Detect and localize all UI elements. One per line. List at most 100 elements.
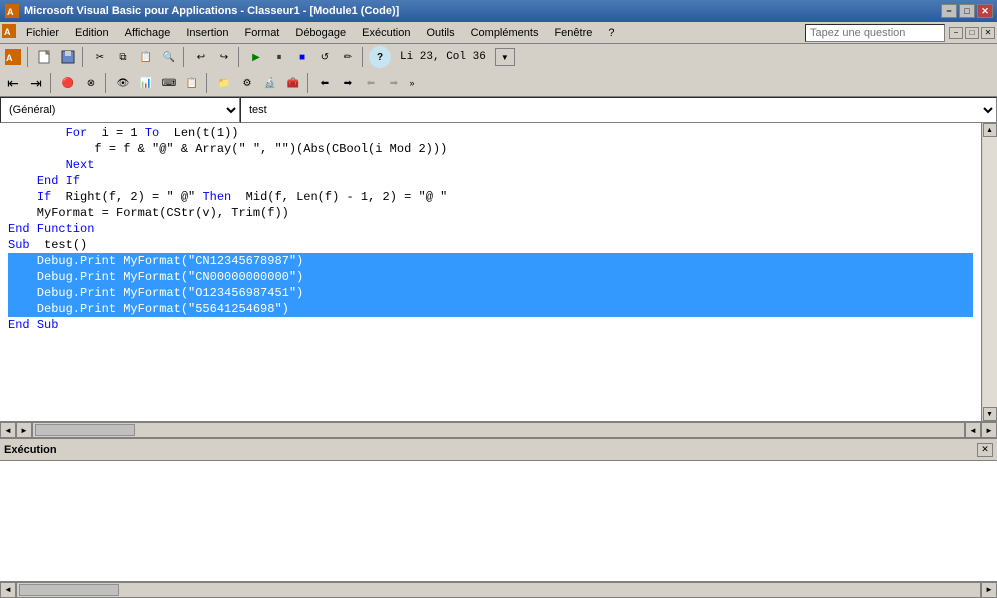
svg-text:A: A	[4, 27, 11, 37]
tb-run[interactable]: ▶	[245, 46, 267, 68]
menu-format[interactable]: Format	[237, 23, 288, 43]
app-icon: A	[4, 3, 20, 19]
execution-title: Exécution	[4, 444, 57, 456]
tb-design[interactable]: ✏	[337, 46, 359, 68]
code-line: Debug.Print MyFormat("CN12345678987")	[8, 253, 973, 269]
editor-wrapper: (Général) test For i = 1 To Len(t(1)) f …	[0, 97, 997, 437]
menu-outils[interactable]: Outils	[418, 23, 462, 43]
menu-fichier[interactable]: Fichier	[18, 23, 67, 43]
tb2-watch[interactable]: 👁	[112, 72, 134, 94]
tb-scroll-dropdown[interactable]: ▼	[495, 48, 515, 66]
tb2-callstack[interactable]: 📋	[181, 72, 203, 94]
tb2-toolbox[interactable]: 🧰	[282, 72, 304, 94]
tb-help[interactable]: ?	[369, 46, 391, 68]
inner-minimize[interactable]: −	[949, 27, 963, 39]
restore-button[interactable]: □	[959, 4, 975, 18]
h-scroll-area[interactable]	[32, 422, 965, 438]
code-line: If Right(f, 2) = " @" Then Mid(f, Len(f)…	[8, 189, 973, 205]
tb-sep3	[183, 47, 187, 67]
tb-undo[interactable]: ↩	[190, 46, 212, 68]
bottom-scroll-left-btn[interactable]: ◄	[0, 582, 16, 598]
tb-save[interactable]	[57, 46, 79, 68]
menu-execution[interactable]: Exécution	[354, 23, 418, 43]
menu-affichage[interactable]: Affichage	[117, 23, 179, 43]
scroll-down-btn[interactable]: ▼	[983, 407, 997, 421]
tb-redo[interactable]: ↪	[213, 46, 235, 68]
inner-restore[interactable]: □	[965, 27, 979, 39]
cursor-position: Li 23, Col 36	[392, 51, 494, 63]
window-title: Microsoft Visual Basic pour Applications…	[24, 5, 941, 17]
tb2-obj-browser[interactable]: 🔬	[259, 72, 281, 94]
tb2-expand[interactable]: »	[406, 72, 418, 94]
tb2-sep4	[307, 73, 311, 93]
code-line: Sub test()	[8, 237, 973, 253]
menu-aide[interactable]: ?	[600, 23, 622, 43]
code-line: f = f & "@" & Array(" ", "")(Abs(CBool(i…	[8, 141, 973, 157]
tb-sep2	[82, 47, 86, 67]
bottom-h-scroll[interactable]	[16, 582, 981, 598]
editor-bottom-bar: ◄ ► ◄ ►	[0, 421, 997, 437]
h-scroll-thumb	[35, 424, 135, 436]
tb-sep4	[238, 47, 242, 67]
code-line: End Function	[8, 221, 973, 237]
menu-insertion[interactable]: Insertion	[178, 23, 236, 43]
svg-text:A: A	[6, 53, 13, 63]
tb-find[interactable]: 🔍	[158, 46, 180, 68]
tb-stop[interactable]: ■	[291, 46, 313, 68]
code-line: Debug.Print MyFormat("55641254698")	[8, 301, 973, 317]
tb2-proj-explorer[interactable]: 📁	[213, 72, 235, 94]
tb-new[interactable]	[34, 46, 56, 68]
menu-complements[interactable]: Compléments	[463, 23, 547, 43]
help-search[interactable]	[805, 24, 945, 42]
tb2-more1[interactable]: ⬅	[314, 72, 336, 94]
code-editor[interactable]: For i = 1 To Len(t(1)) f = f & "@" & Arr…	[0, 123, 981, 421]
tb2-clear-all[interactable]: ⊗	[80, 72, 102, 94]
tb-vba-icon: A	[2, 46, 24, 68]
menu-debogage[interactable]: Débogage	[287, 23, 354, 43]
toolbar-row1: A ✂ ⧉ 📋 🔍 ↩ ↪ ▶ ⏸ ■ ↺ ✏ ? Li 23, Col 36 …	[0, 44, 997, 70]
scope-selector[interactable]: (Général)	[0, 97, 240, 123]
scroll-up-btn[interactable]: ▲	[983, 123, 997, 137]
code-line: Debug.Print MyFormat("O123456987451")	[8, 285, 973, 301]
tb-pause[interactable]: ⏸	[268, 46, 290, 68]
tb2-toggle-break[interactable]: 🔴	[57, 72, 79, 94]
editor-main: For i = 1 To Len(t(1)) f = f & "@" & Arr…	[0, 123, 997, 421]
window-controls: − □ ✕	[941, 4, 993, 18]
menu-bar: A Fichier Edition Affichage Insertion Fo…	[0, 22, 997, 44]
execution-close-btn[interactable]: ✕	[977, 443, 993, 457]
title-bar: A Microsoft Visual Basic pour Applicatio…	[0, 0, 997, 22]
scroll-track[interactable]	[983, 137, 997, 407]
tb-reset[interactable]: ↺	[314, 46, 336, 68]
toolbar-row2: ⇤ ⇥ 🔴 ⊗ 👁 📊 ⌨ 📋 📁 ⚙ 🔬 🧰 ⬅ ➡ ⬅ ➡ »	[0, 70, 997, 96]
tb2-more3[interactable]: ⬅	[360, 72, 382, 94]
tb-paste[interactable]: 📋	[135, 46, 157, 68]
tb2-locals[interactable]: 📊	[135, 72, 157, 94]
bottom-scroll-right-btn[interactable]: ►	[981, 582, 997, 598]
code-line: Next	[8, 157, 973, 173]
tb-cut[interactable]: ✂	[89, 46, 111, 68]
procedure-selector[interactable]: test	[240, 97, 997, 123]
menu-fenetre[interactable]: Fenêtre	[546, 23, 600, 43]
tab-right-btn[interactable]: ►	[16, 422, 32, 438]
tb2-indent[interactable]: ⇤	[2, 72, 24, 94]
tab-left-btn[interactable]: ◄	[0, 422, 16, 438]
tb2-outdent[interactable]: ⇥	[25, 72, 47, 94]
tb2-more2[interactable]: ➡	[337, 72, 359, 94]
close-button[interactable]: ✕	[977, 4, 993, 18]
tb2-immediate[interactable]: ⌨	[158, 72, 180, 94]
menu-edition[interactable]: Edition	[67, 23, 117, 43]
vertical-scrollbar[interactable]: ▲ ▼	[981, 123, 997, 421]
minimize-button[interactable]: −	[941, 4, 957, 18]
bottom-area: Exécution ✕ ◄ ►	[0, 437, 997, 597]
code-line: Debug.Print MyFormat("CN00000000000")	[8, 269, 973, 285]
tb2-properties[interactable]: ⚙	[236, 72, 258, 94]
tb2-more4[interactable]: ➡	[383, 72, 405, 94]
inner-close[interactable]: ✕	[981, 27, 995, 39]
inner-window-controls: − □ ✕	[949, 27, 995, 39]
tb2-sep1	[50, 73, 54, 93]
execution-content[interactable]	[0, 461, 997, 581]
h-scroll-left[interactable]: ◄	[965, 422, 981, 438]
tb2-sep3	[206, 73, 210, 93]
tb-copy[interactable]: ⧉	[112, 46, 134, 68]
h-scroll-right[interactable]: ►	[981, 422, 997, 438]
